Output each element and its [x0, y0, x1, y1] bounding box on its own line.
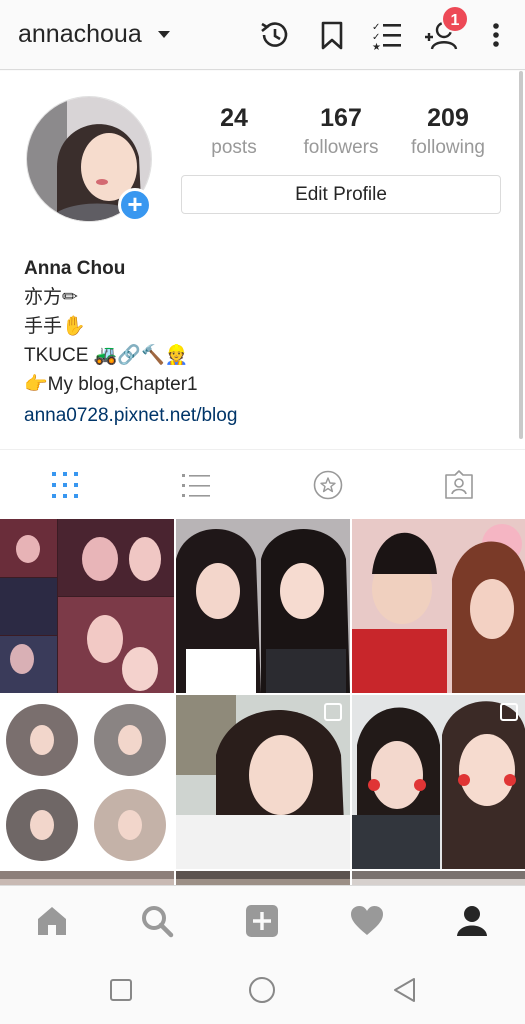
multi-photo-icon — [500, 703, 518, 721]
photo-tile[interactable] — [176, 871, 350, 885]
heart-icon[interactable] — [350, 904, 384, 938]
tagged-star-icon[interactable] — [313, 470, 343, 500]
bio: Anna Chou 亦方✏ 手手✋ TKUCE 🚜🔗🔨👷 👉My blog,Ch… — [24, 254, 237, 430]
posts-stat: 24 posts — [204, 104, 264, 159]
photo-tile[interactable] — [0, 871, 174, 885]
notification-badge: 1 — [441, 5, 469, 33]
search-icon[interactable] — [140, 904, 174, 938]
system-nav-bar — [0, 955, 525, 1024]
list-star-icon[interactable]: ✓ ✓ ★ — [371, 18, 403, 52]
home-icon[interactable] — [35, 904, 69, 938]
scrollbar[interactable] — [519, 71, 523, 439]
photo-tile[interactable] — [0, 695, 174, 869]
photo-tile[interactable] — [352, 695, 525, 869]
profile-header: + 24 posts 167 followers 209 following E… — [0, 71, 525, 449]
list-icon[interactable] — [181, 470, 211, 500]
home-circle-icon[interactable] — [247, 975, 277, 1005]
multi-photo-icon — [324, 703, 342, 721]
top-bar: annachoua ✓ ✓ ★ 1 — [0, 0, 525, 70]
following-stat[interactable]: 209 following — [404, 104, 492, 159]
photo-tile[interactable] — [176, 695, 350, 869]
posts-label: posts — [211, 137, 257, 158]
photo-grid — [0, 519, 525, 885]
followers-stat[interactable]: 167 followers — [296, 104, 386, 159]
bookmark-icon[interactable] — [316, 18, 348, 52]
profile-name: Anna Chou — [24, 258, 126, 279]
edit-profile-button[interactable]: Edit Profile — [181, 175, 501, 214]
bio-line-4: 👉My blog,Chapter1 — [24, 374, 198, 395]
svg-text:★: ★ — [372, 42, 381, 52]
posts-count: 24 — [220, 104, 248, 132]
bio-link[interactable]: anna0728.pixnet.net/blog — [24, 401, 237, 430]
bottom-nav — [0, 885, 525, 955]
bio-line-2: 手手✋ — [24, 316, 86, 337]
photo-tile[interactable] — [176, 519, 350, 693]
photo-tile[interactable] — [0, 519, 174, 693]
recents-icon[interactable] — [106, 975, 136, 1005]
photo-tile[interactable] — [352, 871, 525, 885]
tagged-person-icon[interactable] — [444, 470, 474, 500]
back-icon[interactable] — [390, 975, 420, 1005]
history-icon[interactable] — [258, 18, 290, 52]
more-vertical-icon[interactable] — [486, 18, 506, 52]
caret-down-icon[interactable] — [158, 31, 170, 38]
photo-tile[interactable] — [352, 519, 525, 693]
bio-line-3: TKUCE 🚜🔗🔨👷 — [24, 345, 189, 366]
username-dropdown[interactable]: annachoua — [18, 20, 142, 49]
followers-label: followers — [303, 137, 379, 158]
followers-count: 167 — [320, 104, 362, 132]
add-post-icon[interactable] — [245, 904, 279, 938]
following-label: following — [411, 137, 485, 158]
following-count: 209 — [427, 104, 469, 132]
add-story-icon[interactable]: + — [118, 188, 152, 222]
profile-icon[interactable] — [455, 904, 489, 938]
bio-line-1: 亦方✏ — [24, 287, 78, 308]
grid-icon[interactable] — [50, 470, 80, 500]
profile-tabs — [0, 449, 525, 519]
